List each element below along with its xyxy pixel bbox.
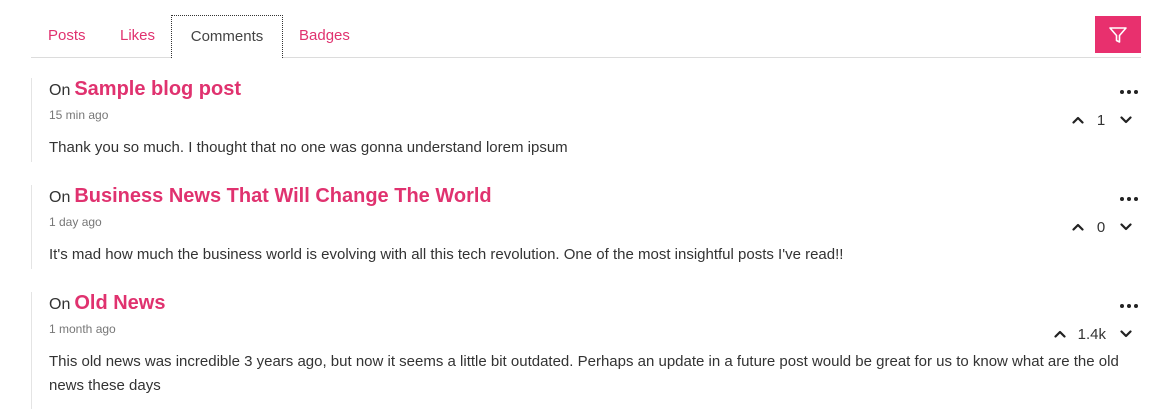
comment-item: On Business News That Will Change The Wor… [31, 185, 1142, 269]
downvote-icon[interactable] [1118, 326, 1134, 342]
comment-title: On Business News That Will Change The Wor… [49, 185, 492, 208]
comment-title: On Sample blog post [49, 78, 241, 101]
downvote-icon[interactable] [1118, 112, 1134, 128]
more-options-icon[interactable] [1120, 194, 1138, 204]
on-prefix: On [49, 296, 71, 313]
more-options-icon[interactable] [1120, 87, 1138, 97]
comment-item: On Sample blog post 15 min ago 1 Thank yo… [31, 78, 1142, 162]
vote-score: 1 [1096, 111, 1106, 129]
upvote-icon[interactable] [1052, 326, 1068, 342]
vote-score: 0 [1096, 218, 1106, 236]
comment-text: Thank you so much. I thought that no one… [49, 139, 568, 156]
downvote-icon[interactable] [1118, 219, 1134, 235]
vote-score: 1.4k [1077, 325, 1106, 343]
comment-time: 1 day ago [49, 215, 102, 229]
on-prefix: On [49, 189, 71, 206]
comment-time: 15 min ago [49, 108, 109, 122]
vote-controls: 0 [1070, 217, 1134, 237]
post-link[interactable]: Sample blog post [74, 78, 241, 100]
more-options-icon[interactable] [1120, 301, 1138, 311]
profile-tabs: Posts Likes Comments Badges [31, 15, 1141, 58]
comment-item: On Old News 1 month ago 1.4k This old new… [31, 292, 1142, 409]
filter-icon [1109, 26, 1127, 43]
upvote-icon[interactable] [1070, 219, 1086, 235]
comment-title: On Old News [49, 292, 165, 315]
on-prefix: On [49, 82, 71, 99]
tab-badges[interactable]: Badges [282, 15, 367, 57]
post-link[interactable]: Old News [74, 292, 165, 314]
comment-text: This old news was incredible 3 years ago… [49, 353, 1119, 394]
tab-posts[interactable]: Posts [31, 15, 103, 57]
comment-time: 1 month ago [49, 322, 116, 336]
tab-likes[interactable]: Likes [103, 15, 172, 57]
post-link[interactable]: Business News That Will Change The World [74, 185, 491, 207]
vote-controls: 1 [1070, 110, 1134, 130]
comment-text: It's mad how much the business world is … [49, 246, 844, 263]
tab-comments[interactable]: Comments [171, 15, 283, 58]
filter-button[interactable] [1095, 16, 1141, 53]
upvote-icon[interactable] [1070, 112, 1086, 128]
vote-controls: 1.4k [1052, 324, 1134, 344]
